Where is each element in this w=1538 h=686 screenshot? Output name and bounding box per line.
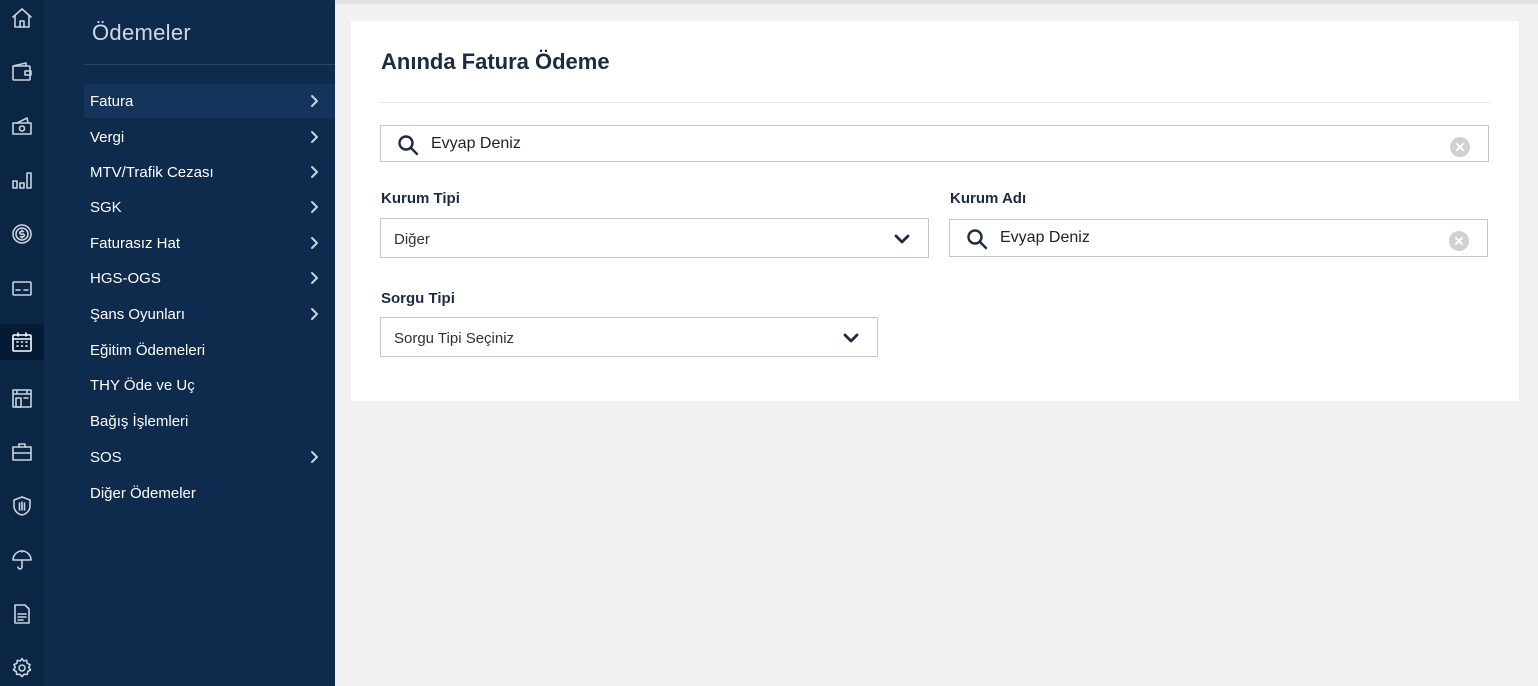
kurum-tipi-value: Diğer	[394, 231, 430, 248]
umbrella-icon[interactable]	[0, 542, 44, 578]
submenu-item-s-ans-oyunlar[interactable]: Şans Oyunları	[84, 297, 335, 331]
submenu-item-label: Bağış İşlemleri	[90, 412, 189, 430]
submenu-title: Ödemeler	[92, 20, 191, 45]
briefcase-icon[interactable]	[0, 434, 44, 470]
submenu-divider	[84, 64, 335, 65]
sorgu-tipi-value: Sorgu Tipi Seçiniz	[394, 330, 515, 347]
sorgu-tipi-select[interactable]: Sorgu Tipi Seçiniz	[380, 317, 878, 357]
home-icon[interactable]	[0, 0, 44, 36]
chevron-right-icon	[307, 164, 321, 180]
submenu-item-fatura[interactable]: Fatura	[84, 84, 335, 118]
submenu-item-label: Şans Oyunları	[90, 305, 186, 323]
submenu-item-dig-er-o-demeler[interactable]: Diğer Ödemeler	[84, 476, 335, 510]
submenu-item-label: HGS-OGS	[90, 269, 161, 287]
chevron-right-icon	[307, 270, 321, 286]
submenu-item-label: Faturasız Hat	[90, 234, 181, 252]
submenu-item-label: THY Öde ve Uç	[90, 376, 195, 394]
search-icon	[966, 228, 988, 250]
title-divider	[380, 102, 1490, 103]
gear-icon[interactable]	[0, 650, 44, 686]
top-border	[335, 0, 1538, 4]
money-hand-icon[interactable]	[0, 108, 44, 144]
bar-chart-icon[interactable]	[0, 162, 44, 198]
submenu-item-sos[interactable]: SOS	[84, 440, 335, 474]
card-icon[interactable]	[0, 270, 44, 306]
wallet-icon[interactable]	[0, 54, 44, 90]
submenu-item-sgk[interactable]: SGK	[84, 190, 335, 224]
kurum-tipi-label: Kurum Tipi	[381, 190, 460, 207]
submenu-item-thy-o-de-ve-uc[interactable]: THY Öde ve Uç	[84, 368, 335, 402]
submenu-item-bag-s-i-s-lemleri[interactable]: Bağış İşlemleri	[84, 404, 335, 438]
submenu-item-label: SOS	[90, 448, 122, 466]
shield-icon[interactable]	[0, 488, 44, 524]
chevron-down-icon	[843, 331, 859, 345]
search-value: Evyap Deniz	[431, 135, 521, 152]
sorgu-tipi-label: Sorgu Tipi	[381, 290, 455, 307]
submenu-item-vergi[interactable]: Vergi	[84, 120, 335, 154]
page-title: Anında Fatura Ödeme	[381, 49, 610, 74]
institution-search-input[interactable]: Evyap Deniz	[380, 125, 1489, 162]
chevron-right-icon	[307, 306, 321, 322]
chevron-right-icon	[307, 93, 321, 109]
submenu-item-mtv-trafik-cezas[interactable]: MTV/Trafik Cezası	[84, 155, 335, 189]
submenu-item-label: MTV/Trafik Cezası	[90, 163, 214, 181]
kurum-adi-value: Evyap Deniz	[1000, 229, 1090, 246]
kurum-tipi-select[interactable]: Diğer	[380, 218, 929, 258]
chevron-right-icon	[307, 129, 321, 145]
search-icon	[397, 134, 419, 156]
chevron-down-icon	[894, 232, 910, 246]
submenu-item-label: SGK	[90, 198, 122, 216]
submenu-item-faturas-z-hat[interactable]: Faturasız Hat	[84, 226, 335, 260]
building-icon[interactable]	[0, 380, 44, 416]
payment-form-card: Anında Fatura Ödeme Evyap Deniz Kurum Ti…	[351, 21, 1519, 401]
clear-kurum-adi-icon[interactable]	[1449, 231, 1469, 251]
kurum-adi-label: Kurum Adı	[950, 190, 1027, 207]
submenu-item-eg-itim-o-demeleri[interactable]: Eğitim Ödemeleri	[84, 333, 335, 367]
payments-submenu: Ödemeler Fatura Vergi MTV/Trafik Cezası SGK…	[44, 0, 335, 686]
coin-icon[interactable]	[0, 216, 44, 252]
submenu-item-label: Vergi	[90, 128, 125, 146]
submenu-item-hgs-ogs[interactable]: HGS-OGS	[84, 261, 335, 295]
icon-rail	[0, 0, 44, 686]
submenu-item-label: Eğitim Ödemeleri	[90, 341, 206, 359]
calendar-icon[interactable]	[0, 324, 44, 360]
document-icon[interactable]	[0, 596, 44, 632]
clear-search-icon[interactable]	[1450, 137, 1470, 157]
submenu-item-label: Diğer Ödemeler	[90, 484, 196, 502]
chevron-right-icon	[307, 235, 321, 251]
kurum-adi-input[interactable]: Evyap Deniz	[949, 219, 1488, 257]
submenu-item-label: Fatura	[90, 92, 134, 110]
chevron-right-icon	[307, 449, 321, 465]
chevron-right-icon	[307, 199, 321, 215]
